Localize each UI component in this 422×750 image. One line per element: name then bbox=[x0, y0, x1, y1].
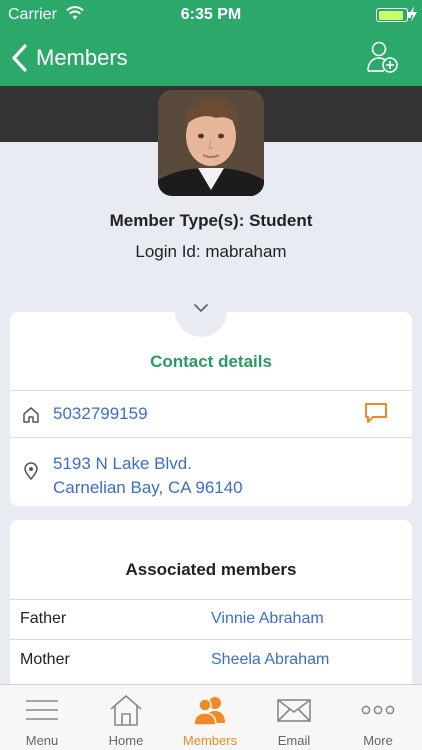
relation-label: Father bbox=[20, 610, 67, 627]
tab-label: Members bbox=[182, 733, 238, 748]
menu-icon bbox=[26, 700, 58, 720]
status-time: 6:35 PM bbox=[180, 6, 242, 23]
tab-menu[interactable]: Menu bbox=[0, 685, 84, 750]
tab-label: Email bbox=[277, 733, 311, 748]
divider bbox=[10, 390, 412, 391]
member-type-label: Member Type(s): Student bbox=[109, 211, 313, 230]
location-pin-icon bbox=[24, 462, 38, 480]
members-icon bbox=[193, 697, 225, 726]
home-icon bbox=[110, 695, 142, 726]
top-bar: Carrier 6:35 PM Members bbox=[0, 0, 422, 86]
tab-home[interactable]: Home bbox=[84, 685, 168, 750]
phone-link[interactable]: 5032799159 bbox=[53, 404, 148, 424]
chevron-left-icon bbox=[12, 44, 27, 72]
chevron-down-icon bbox=[194, 304, 208, 312]
back-button[interactable]: Members bbox=[10, 42, 128, 74]
associated-members-card: Associated members Father Vinnie Abraham… bbox=[10, 520, 412, 695]
address-line2: Carnelian Bay, CA 96140 bbox=[53, 478, 243, 497]
nav-bar: Members bbox=[0, 30, 422, 86]
address-link[interactable]: 5193 N Lake Blvd. Carnelian Bay, CA 9614… bbox=[53, 452, 243, 500]
message-icon[interactable] bbox=[364, 402, 388, 424]
tab-email[interactable]: Email bbox=[252, 685, 336, 750]
tab-bar: Menu Home Members Email More bbox=[0, 684, 422, 750]
status-bar: Carrier 6:35 PM bbox=[0, 0, 422, 30]
tab-more[interactable]: More bbox=[336, 685, 420, 750]
tab-label: More bbox=[363, 733, 393, 748]
add-member-icon[interactable] bbox=[366, 40, 400, 74]
divider bbox=[10, 437, 412, 438]
battery-icon bbox=[376, 8, 411, 22]
associated-members-title: Associated members bbox=[125, 560, 297, 579]
member-name-link[interactable]: Sheela Abraham bbox=[211, 651, 329, 669]
login-id-label: Login Id: mabraham bbox=[135, 242, 287, 261]
tab-label: Menu bbox=[25, 733, 59, 748]
avatar bbox=[158, 90, 264, 196]
contact-details-title: Contact details bbox=[150, 352, 272, 371]
collapse-toggle[interactable] bbox=[175, 275, 227, 337]
more-icon bbox=[361, 705, 395, 715]
divider bbox=[10, 599, 412, 600]
home-icon bbox=[23, 407, 39, 423]
contact-details-card: Contact details 5032799159 5193 N Lake B… bbox=[10, 312, 412, 506]
email-icon bbox=[277, 699, 311, 722]
divider bbox=[10, 639, 412, 640]
relation-label: Mother bbox=[20, 651, 70, 668]
back-label: Members bbox=[36, 45, 128, 70]
tab-label: Home bbox=[108, 733, 144, 748]
tab-members[interactable]: Members bbox=[168, 685, 252, 750]
address-line1: 5193 N Lake Blvd. bbox=[53, 454, 192, 473]
member-name-link[interactable]: Vinnie Abraham bbox=[211, 610, 324, 628]
member-photo bbox=[158, 90, 264, 196]
charging-icon bbox=[409, 6, 417, 22]
